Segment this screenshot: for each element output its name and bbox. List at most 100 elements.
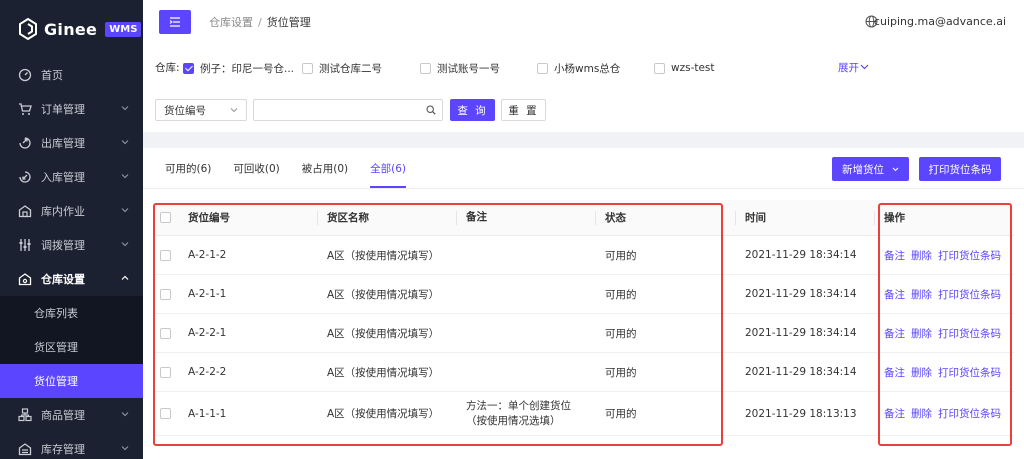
inbound-icon (18, 170, 32, 184)
row-select-cell (160, 353, 171, 391)
checkbox[interactable] (420, 62, 431, 74)
tab-available[interactable]: 可用的(6) (165, 148, 211, 188)
warehouse-option-label: 测试账号一号 (437, 62, 500, 75)
search-input-wrapper (253, 99, 443, 121)
sidebar-item-inventory[interactable]: 库存管理 (0, 432, 143, 459)
column-divider (456, 211, 457, 225)
cell-time: 2021-11-29 18:34:14 (745, 366, 857, 378)
print-barcode-link[interactable]: 打印货位条码 (938, 406, 1001, 421)
chevron-down-icon (121, 242, 129, 247)
warehouse-filter: 仓库: 例子：印尼一号仓... 测试仓库二号 测试账号一号 小杨wms总仓 wz… (155, 60, 1015, 76)
tab-all[interactable]: 全部(6) (370, 148, 406, 188)
checkbox[interactable] (654, 62, 665, 74)
select-all-cell (160, 200, 171, 235)
sidebar-item-orders[interactable]: 订单管理 (0, 92, 143, 126)
sidebar-item-label: 商品管理 (41, 409, 85, 422)
cell-ops: 备注 删除 打印货位条码 (884, 353, 1007, 391)
outbound-icon (18, 136, 32, 150)
warehouse-option[interactable]: 例子：印尼一号仓... (183, 60, 294, 76)
note-link[interactable]: 备注 (884, 326, 905, 341)
delete-link[interactable]: 删除 (911, 326, 932, 341)
search-icon[interactable] (426, 105, 436, 115)
cell-code: A-2-2-2 (188, 366, 227, 378)
chevron-down-icon (121, 208, 129, 213)
cell-note: 方法一：单个创建货位 （按使用情况选填） (466, 392, 571, 435)
cell-time: 2021-11-29 18:34:14 (745, 327, 857, 339)
checkbox[interactable] (302, 62, 313, 74)
sidebar-subitem-location-management[interactable]: 货位管理 (0, 364, 143, 398)
delete-link[interactable]: 删除 (911, 248, 932, 263)
sidebar-item-label: 库内作业 (41, 205, 85, 218)
print-barcode-link[interactable]: 打印货位条码 (938, 287, 1001, 302)
sidebar-subitem-warehouse-list[interactable]: 仓库列表 (0, 296, 143, 330)
checkbox-checked[interactable] (183, 62, 194, 74)
expand-link[interactable]: 展开 (838, 60, 869, 75)
transfer-icon (18, 238, 32, 252)
query-button[interactable]: 查 询 (450, 99, 495, 121)
note-link[interactable]: 备注 (884, 287, 905, 302)
print-barcode-link[interactable]: 打印货位条码 (938, 248, 1001, 263)
delete-link[interactable]: 删除 (911, 365, 932, 380)
row-checkbox[interactable] (160, 366, 171, 378)
sidebar-item-products[interactable]: 商品管理 (0, 398, 143, 432)
note-line: 方法一：单个创建货位 (466, 399, 571, 412)
column-divider (317, 211, 318, 225)
sidebar-item-outbound[interactable]: 出库管理 (0, 126, 143, 160)
chevron-down-icon (121, 106, 129, 111)
collapse-menu-button[interactable] (159, 10, 191, 34)
breadcrumb-parent[interactable]: 仓库设置 (209, 16, 253, 29)
reset-button[interactable]: 重 置 (501, 99, 546, 121)
sidebar-item-home[interactable]: 首页 (0, 58, 143, 92)
note-link[interactable]: 备注 (884, 365, 905, 380)
sidebar-item-label: 调拨管理 (41, 239, 85, 252)
note-link[interactable]: 备注 (884, 406, 905, 421)
tab-recyclable[interactable]: 可回收(0) (233, 148, 279, 188)
filter-panel: 仓库: 例子：印尼一号仓... 测试仓库二号 测试账号一号 小杨wms总仓 wz… (143, 44, 1024, 132)
cell-time: 2021-11-29 18:13:13 (745, 407, 857, 420)
warehouse-label: 仓库: (155, 62, 180, 74)
print-barcode-link[interactable]: 打印货位条码 (938, 326, 1001, 341)
row-checkbox[interactable] (160, 249, 171, 261)
row-select-cell (160, 314, 171, 352)
warehouse-option[interactable]: 测试仓库二号 (302, 60, 382, 76)
checkbox[interactable] (537, 62, 548, 74)
print-barcode-button[interactable]: 打印货位条码 (919, 157, 1001, 181)
chevron-down-icon (121, 140, 129, 145)
warehouse-option[interactable]: 测试账号一号 (420, 60, 500, 76)
add-location-button[interactable]: 新增货位 (832, 157, 909, 181)
logo[interactable]: Ginee WMS (0, 0, 143, 58)
warehouse-option[interactable]: 小杨wms总仓 (537, 60, 620, 76)
logo-text: Ginee (44, 19, 98, 39)
breadcrumb: 仓库设置 / 货位管理 (209, 14, 311, 30)
warehouse-option-label: wzs-test (671, 62, 715, 74)
add-location-label: 新增货位 (842, 163, 884, 176)
row-checkbox[interactable] (160, 288, 171, 300)
search-field-select[interactable]: 货位编号 (155, 99, 247, 121)
column-divider (595, 211, 596, 225)
search-input[interactable] (254, 100, 414, 120)
column-divider (735, 211, 736, 225)
sidebar-item-warehouse-ops[interactable]: 库内作业 (0, 194, 143, 228)
sidebar-item-inbound[interactable]: 入库管理 (0, 160, 143, 194)
header-note: 备注 (466, 211, 487, 223)
product-icon (18, 408, 32, 422)
note-line: （按使用情况选填） (466, 414, 561, 427)
user-email[interactable]: cuiping.ma@advance.ai (874, 15, 1006, 28)
row-checkbox[interactable] (160, 408, 171, 419)
cell-code: A-2-2-1 (188, 327, 227, 339)
row-select-cell (160, 236, 171, 274)
cell-code: A-2-1-1 (188, 288, 227, 300)
warehouse-option[interactable]: wzs-test (654, 60, 715, 76)
sidebar-item-warehouse-settings[interactable]: 仓库设置 (0, 262, 143, 296)
tab-occupied[interactable]: 被占用(0) (302, 148, 348, 188)
delete-link[interactable]: 删除 (911, 287, 932, 302)
print-barcode-link[interactable]: 打印货位条码 (938, 365, 1001, 380)
note-link[interactable]: 备注 (884, 248, 905, 263)
sidebar-subitem-zone-management[interactable]: 货区管理 (0, 330, 143, 364)
header-time: 时间 (745, 212, 766, 224)
row-checkbox[interactable] (160, 327, 171, 339)
table-row: A-2-1-2 A区（按使用情况填写） 可用的 2021-11-29 18:34… (153, 236, 1014, 275)
select-all-checkbox[interactable] (160, 212, 171, 223)
sidebar-item-transfer[interactable]: 调拨管理 (0, 228, 143, 262)
delete-link[interactable]: 删除 (911, 406, 932, 421)
